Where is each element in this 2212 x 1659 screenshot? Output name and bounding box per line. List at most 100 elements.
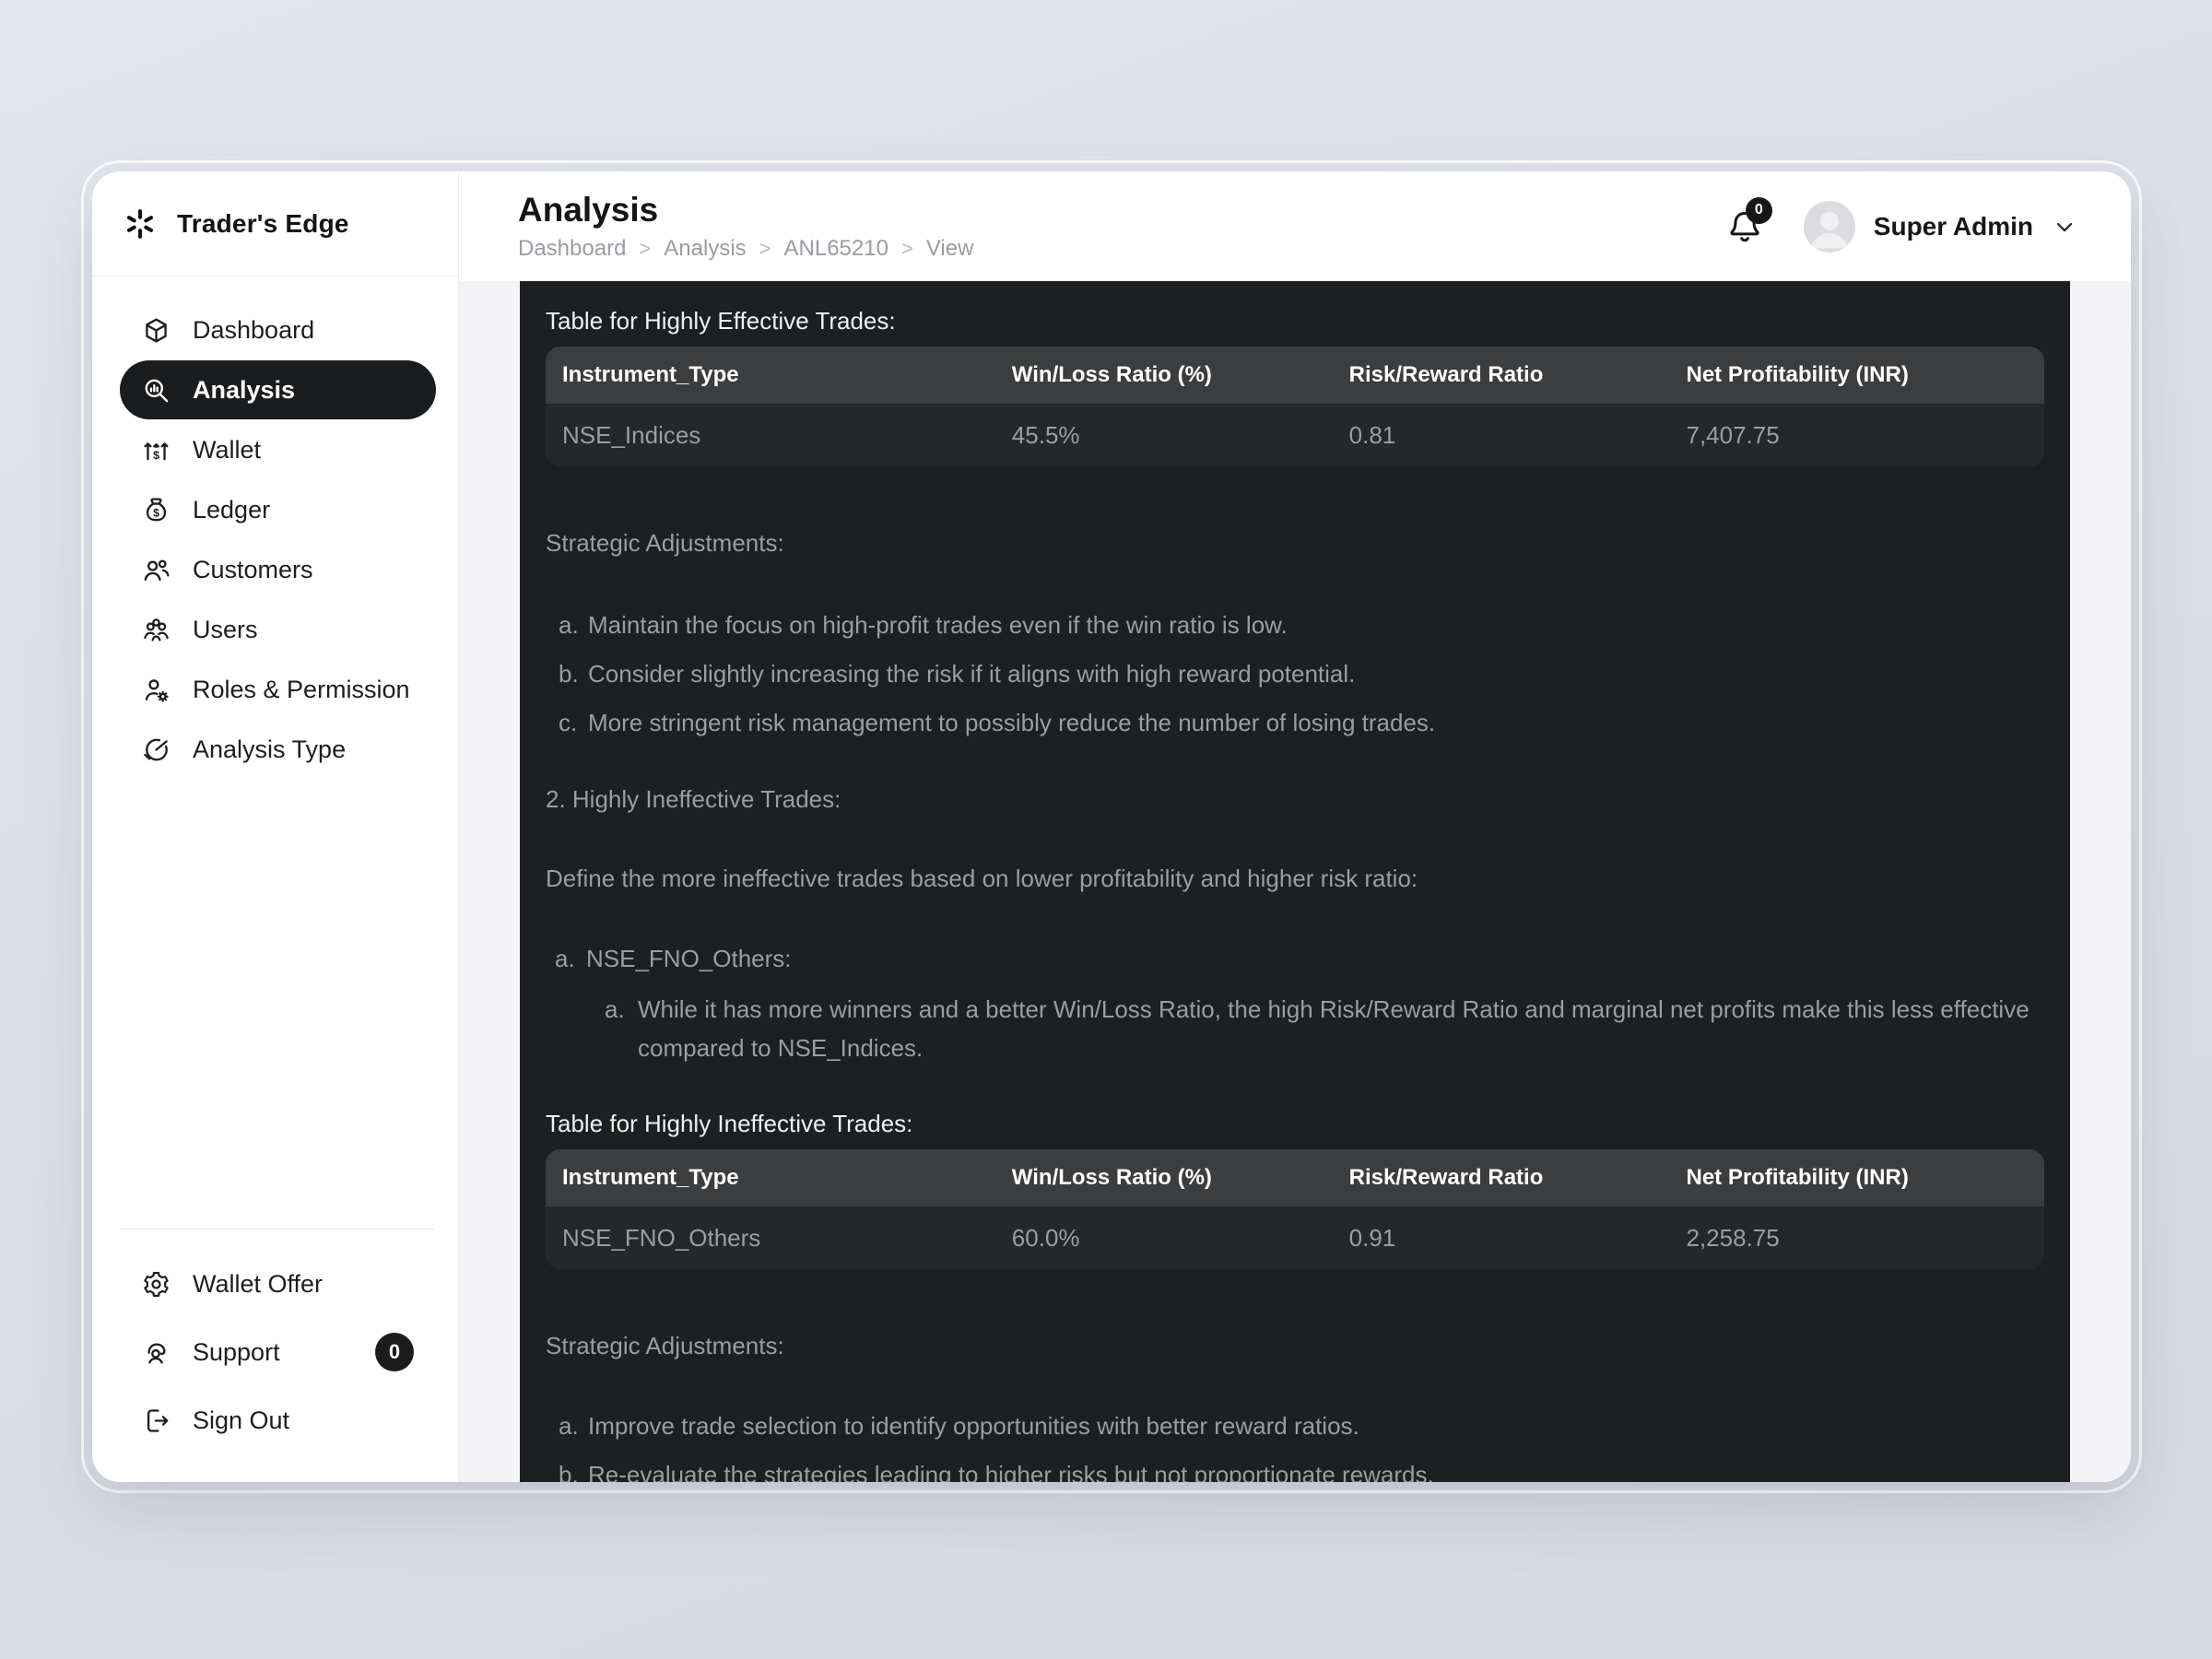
sidebar-item-ledger[interactable]: $ Ledger [120, 480, 436, 539]
strategic-list: a. Improve trade selection to identify o… [546, 1410, 2044, 1482]
list-item: a. NSE_FNO_Others: [546, 943, 2044, 975]
strategic-heading: Strategic Adjustments: [546, 527, 2044, 559]
breadcrumb-separator: > [759, 237, 771, 261]
content-scroll-area[interactable]: Table for Highly Effective Trades: Instr… [459, 281, 2131, 1482]
arrows-dollar-icon: $ [142, 436, 171, 465]
main-area: Analysis Dashboard > Analysis > ANL65210… [459, 171, 2131, 1482]
breadcrumb-record-id[interactable]: ANL65210 [784, 236, 888, 262]
users-three-icon [142, 616, 171, 644]
sidebar-item-label: Analysis Type [193, 735, 346, 764]
sidebar-item-label: Roles & Permission [193, 676, 410, 704]
user-gear-icon [142, 676, 171, 704]
sidebar-item-analysis-type[interactable]: Analysis Type [120, 720, 436, 779]
sidebar-item-label: Sign Out [193, 1406, 289, 1435]
cell-instrument: NSE_FNO_Others [546, 1206, 995, 1269]
effective-trades-table: Instrument_Type Win/Loss Ratio (%) Risk/… [546, 347, 2044, 466]
table-header-row: Instrument_Type Win/Loss Ratio (%) Risk/… [546, 347, 2044, 404]
cell-risk-reward: 0.91 [1333, 1206, 1670, 1269]
sign-out-icon [142, 1406, 171, 1435]
column-header: Risk/Reward Ratio [1333, 1149, 1670, 1206]
sidebar-item-customers[interactable]: Customers [120, 540, 436, 599]
magnifier-chart-icon [142, 376, 171, 405]
sidebar-item-label: Dashboard [193, 316, 314, 345]
ineffective-trades-table: Instrument_Type Win/Loss Ratio (%) Risk/… [546, 1149, 2044, 1269]
cell-instrument: NSE_Indices [546, 404, 995, 466]
sidebar-item-label: Users [193, 616, 258, 644]
header-actions: 0 Super Admin [1726, 201, 2077, 253]
cell-risk-reward: 0.81 [1333, 404, 1670, 466]
avatar[interactable] [1804, 201, 1855, 253]
sidebar-item-wallet[interactable]: $ Wallet [120, 420, 436, 479]
user-name: Super Admin [1874, 212, 2033, 241]
support-person-icon [142, 1338, 171, 1367]
app-window: Trader's Edge Dashboard Analysis [92, 171, 2131, 1482]
list-item: b. Re-evaluate the strategies leading to… [546, 1459, 2044, 1482]
sidebar-item-label: Analysis [193, 376, 295, 405]
cell-win-loss: 60.0% [995, 1206, 1333, 1269]
table-row: NSE_Indices 45.5% 0.81 7,407.75 [546, 404, 2044, 466]
cell-net-profit: 2,258.75 [1669, 1206, 2044, 1269]
brand: Trader's Edge [92, 171, 458, 276]
spark-logo-icon [124, 207, 157, 241]
breadcrumb-separator: > [639, 237, 651, 261]
sidebar-footer: Wallet Offer Support 0 Sign Out [92, 1229, 458, 1482]
sidebar-item-roles-permission[interactable]: Roles & Permission [120, 660, 436, 719]
chevron-down-icon [2052, 214, 2077, 240]
sidebar-item-label: Wallet Offer [193, 1270, 323, 1299]
sidebar-divider [120, 1229, 434, 1230]
list-item: a. Improve trade selection to identify o… [546, 1410, 2044, 1442]
table-row: NSE_FNO_Others 60.0% 0.91 2,258.75 [546, 1206, 2044, 1269]
money-bag-icon: $ [142, 496, 171, 524]
sidebar-item-users[interactable]: Users [120, 600, 436, 659]
breadcrumb-analysis[interactable]: Analysis [664, 236, 746, 262]
sidebar-item-dashboard[interactable]: Dashboard [120, 300, 436, 359]
sidebar-item-label: Ledger [193, 496, 270, 524]
sidebar-item-label: Support [193, 1338, 280, 1367]
sidebar-item-sign-out[interactable]: Sign Out [120, 1386, 436, 1454]
column-header: Net Profitability (INR) [1669, 347, 2044, 404]
user-menu[interactable]: Super Admin [1874, 212, 2077, 241]
strategic-list: a. Maintain the focus on high-profit tra… [546, 609, 2044, 739]
column-header: Win/Loss Ratio (%) [995, 1149, 1333, 1206]
section-heading: 2. Highly Ineffective Trades: [546, 783, 2044, 816]
breadcrumb-view: View [926, 236, 974, 262]
sidebar-item-label: Customers [193, 556, 313, 584]
sidebar-item-label: Wallet [193, 436, 261, 465]
desktop: { "app": { "name": "Trader's Edge" }, "c… [0, 0, 2212, 1659]
svg-text:$: $ [153, 449, 159, 462]
sidebar-item-analysis[interactable]: Analysis [120, 360, 436, 419]
users-two-icon [142, 556, 171, 584]
effective-table-caption: Table for Highly Effective Trades: [546, 305, 2044, 337]
list-item: a. Maintain the focus on high-profit tra… [546, 609, 2044, 641]
title-block: Analysis Dashboard > Analysis > ANL65210… [518, 191, 973, 262]
section-description: Define the more ineffective trades based… [546, 863, 2044, 895]
sidebar-nav: Dashboard Analysis $ Wallet [92, 276, 458, 780]
column-header: Instrument_Type [546, 1149, 995, 1206]
breadcrumb-dashboard[interactable]: Dashboard [518, 236, 626, 262]
gear-icon [142, 1270, 171, 1299]
list-item: c. More stringent risk management to pos… [546, 707, 2044, 739]
cube-icon [142, 316, 171, 345]
column-header: Risk/Reward Ratio [1333, 347, 1670, 404]
sidebar: Trader's Edge Dashboard Analysis [92, 171, 459, 1482]
support-count-badge: 0 [375, 1333, 414, 1371]
strategic-heading: Strategic Adjustments: [546, 1330, 2044, 1362]
app-name: Trader's Edge [177, 209, 349, 239]
notifications-button[interactable]: 0 [1726, 208, 1763, 245]
svg-text:$: $ [153, 506, 159, 519]
analysis-document: Table for Highly Effective Trades: Instr… [520, 281, 2070, 1482]
cell-win-loss: 45.5% [995, 404, 1333, 466]
column-header: Instrument_Type [546, 347, 995, 404]
sidebar-item-support[interactable]: Support 0 [120, 1318, 436, 1386]
sidebar-item-wallet-offer[interactable]: Wallet Offer [120, 1250, 436, 1318]
top-bar: Analysis Dashboard > Analysis > ANL65210… [459, 171, 2131, 281]
nested-list-item: a. While it has more winners and a bette… [592, 990, 2044, 1067]
avatar-person-icon [1804, 201, 1855, 253]
page-title: Analysis [518, 191, 973, 230]
notification-count-badge: 0 [1746, 197, 1772, 224]
column-header: Win/Loss Ratio (%) [995, 347, 1333, 404]
column-header: Net Profitability (INR) [1669, 1149, 2044, 1206]
list-item: b. Consider slightly increasing the risk… [546, 658, 2044, 690]
table-header-row: Instrument_Type Win/Loss Ratio (%) Risk/… [546, 1149, 2044, 1206]
ineffective-table-caption: Table for Highly Ineffective Trades: [546, 1108, 2044, 1140]
